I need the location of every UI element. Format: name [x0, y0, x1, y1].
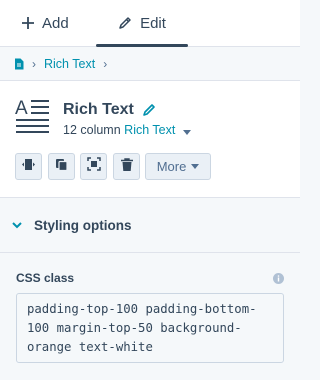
- styling-options-toggle[interactable]: Styling options: [0, 198, 300, 253]
- module-header: A Rich Text 12 column Rich Text More: [0, 81, 300, 198]
- delete-button[interactable]: [113, 153, 140, 180]
- css-class-section: CSS class padding-top-100 padding-bottom…: [0, 253, 300, 380]
- module-title-text: Rich Text: [63, 101, 134, 118]
- breadcrumb: › Rich Text ›: [0, 47, 300, 81]
- module-title: Rich Text: [63, 101, 156, 119]
- panel-tabs: Add Edit: [0, 0, 300, 47]
- tab-add-label: Add: [42, 14, 69, 32]
- clone-button[interactable]: [48, 153, 75, 180]
- rename-pencil-icon[interactable]: [142, 103, 156, 117]
- svg-text:A: A: [15, 98, 28, 119]
- pencil-icon: [118, 16, 132, 30]
- column-count: 12 column: [63, 123, 121, 137]
- styling-options-label: Styling options: [34, 217, 132, 233]
- info-icon[interactable]: [273, 271, 284, 289]
- move-button[interactable]: [15, 153, 42, 180]
- tab-edit[interactable]: Edit: [96, 0, 188, 47]
- more-button-label: More: [156, 159, 187, 174]
- breadcrumb-item-rich-text[interactable]: Rich Text: [44, 57, 95, 71]
- css-class-input[interactable]: padding-top-100 padding-bottom-100 margi…: [16, 293, 284, 363]
- tab-edit-label: Edit: [140, 14, 166, 32]
- page-icon[interactable]: [14, 58, 24, 70]
- move-column-icon: [22, 158, 35, 176]
- module-subtitle: 12 column Rich Text: [63, 123, 191, 138]
- rich-text-module-icon: A: [14, 97, 52, 140]
- select-button[interactable]: [80, 153, 107, 180]
- caret-down-icon[interactable]: [182, 124, 191, 138]
- breadcrumb-chevron-icon: ›: [32, 56, 36, 71]
- trash-icon: [120, 157, 133, 176]
- breadcrumb-chevron-icon: ›: [103, 56, 108, 71]
- caret-down-icon: [191, 164, 200, 169]
- chevron-down-icon: [12, 221, 22, 229]
- more-button[interactable]: More: [145, 153, 211, 180]
- css-class-label: CSS class: [16, 271, 75, 285]
- tab-add[interactable]: Add: [22, 0, 69, 46]
- select-frame-icon: [86, 157, 101, 176]
- plus-icon: [22, 17, 34, 29]
- column-type-dropdown[interactable]: Rich Text: [124, 123, 175, 137]
- clone-icon: [55, 158, 68, 176]
